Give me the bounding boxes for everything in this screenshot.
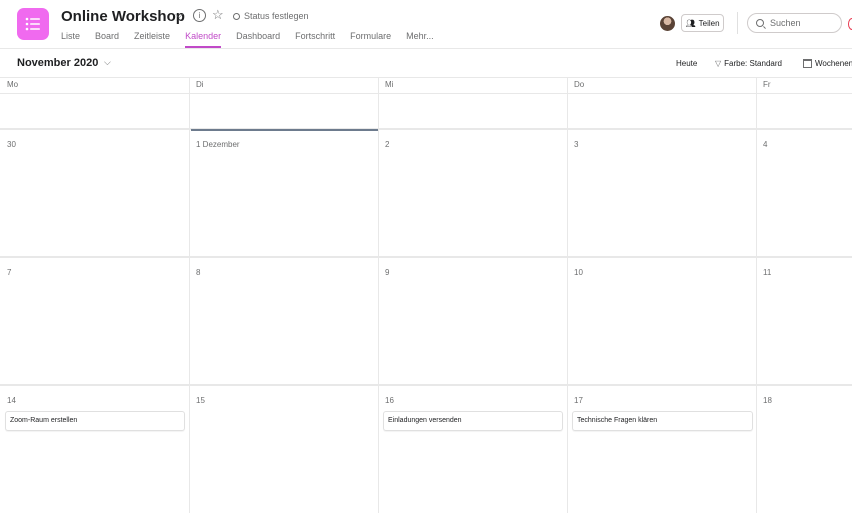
day-cell-2[interactable]: 2 bbox=[385, 140, 389, 149]
weekends-label: Wochenen bbox=[815, 59, 852, 68]
day-cell-9[interactable]: 9 bbox=[385, 268, 389, 277]
color-button[interactable]: ▽ Farbe: Standard bbox=[715, 59, 782, 68]
today-button[interactable]: Heute bbox=[676, 59, 697, 68]
color-label: Farbe: Standard bbox=[724, 59, 782, 68]
weekday-header-mo: Mo bbox=[7, 80, 19, 89]
filter-icon: ▽ bbox=[715, 59, 722, 68]
day-cell-4[interactable]: 4 bbox=[763, 140, 767, 149]
status-circle-icon bbox=[233, 12, 240, 20]
task-card[interactable]: Einladungen versenden bbox=[383, 411, 563, 431]
grid-line bbox=[756, 77, 757, 513]
view-tabs: Liste Board Zeitleiste Kalender Dashboar… bbox=[61, 31, 449, 48]
weekday-header-fr: Fr bbox=[763, 80, 771, 89]
project-list-icon[interactable] bbox=[17, 8, 49, 40]
tab-dashboard[interactable]: Dashboard bbox=[236, 31, 280, 47]
day-cell-17[interactable]: 17 bbox=[574, 396, 583, 405]
tab-board[interactable]: Board bbox=[95, 31, 119, 47]
month-label[interactable]: November 2020 bbox=[17, 57, 98, 69]
grid-line bbox=[0, 93, 852, 94]
day-cell-15[interactable]: 15 bbox=[196, 396, 205, 405]
calendar-icon bbox=[803, 59, 812, 68]
grid-line bbox=[0, 384, 852, 386]
status-label: Status festlegen bbox=[244, 11, 309, 21]
day-cell-11[interactable]: 11 bbox=[763, 268, 771, 277]
status-button[interactable]: Status festlegen bbox=[233, 11, 309, 21]
grid-line bbox=[189, 77, 190, 513]
project-title[interactable]: Online Workshop bbox=[61, 8, 185, 25]
tab-fortschritt[interactable]: Fortschritt bbox=[295, 31, 335, 47]
people-icon: 👥︎ bbox=[685, 18, 696, 28]
day-cell-3[interactable]: 3 bbox=[574, 140, 578, 149]
info-icon[interactable]: i bbox=[193, 9, 206, 22]
search-icon bbox=[756, 19, 764, 27]
day-cell-10[interactable]: 10 bbox=[574, 268, 583, 277]
chevron-down-icon[interactable]: ⌵ bbox=[175, 9, 183, 22]
task-card[interactable]: Technische Fragen klären bbox=[572, 411, 753, 431]
day-cell-8[interactable]: 8 bbox=[196, 268, 200, 277]
grid-line bbox=[378, 77, 379, 513]
tab-kalender[interactable]: Kalender bbox=[185, 31, 222, 48]
search-placeholder: Suchen bbox=[770, 18, 801, 28]
tab-mehr[interactable]: Mehr... bbox=[406, 31, 434, 47]
today-marker bbox=[191, 129, 378, 131]
day-cell-14[interactable]: 14 bbox=[7, 396, 16, 405]
tab-liste[interactable]: Liste bbox=[61, 31, 80, 47]
grid-line bbox=[567, 77, 568, 513]
tab-formulare[interactable]: Formulare bbox=[350, 31, 391, 47]
star-icon[interactable]: ☆ bbox=[212, 7, 224, 23]
day-cell-1[interactable]: 1 Dezember bbox=[196, 140, 240, 149]
share-label: Teilen bbox=[698, 18, 720, 28]
avatar[interactable] bbox=[660, 16, 675, 31]
weekday-header-mi: Mi bbox=[385, 80, 394, 89]
chevron-down-icon[interactable]: ⌵ bbox=[104, 57, 111, 68]
day-cell-18[interactable]: 18 bbox=[763, 396, 772, 405]
day-cell-16[interactable]: 16 bbox=[385, 396, 394, 405]
weekends-button[interactable]: Wochenen bbox=[803, 59, 852, 68]
task-card[interactable]: Zoom-Raum erstellen bbox=[5, 411, 185, 431]
today-label: Heute bbox=[676, 59, 698, 68]
tab-zeitleiste[interactable]: Zeitleiste bbox=[134, 31, 170, 47]
day-cell-30[interactable]: 30 bbox=[7, 140, 16, 149]
weekday-header-do: Do bbox=[574, 80, 585, 89]
header-divider bbox=[737, 12, 738, 34]
search-input[interactable]: Suchen bbox=[747, 13, 842, 33]
weekday-header-di: Di bbox=[196, 80, 204, 89]
grid-line bbox=[0, 128, 852, 130]
day-cell-7[interactable]: 7 bbox=[7, 268, 11, 277]
grid-line bbox=[0, 256, 852, 258]
share-button[interactable]: 👥︎ Teilen bbox=[681, 14, 724, 32]
help-icon[interactable] bbox=[848, 18, 852, 30]
